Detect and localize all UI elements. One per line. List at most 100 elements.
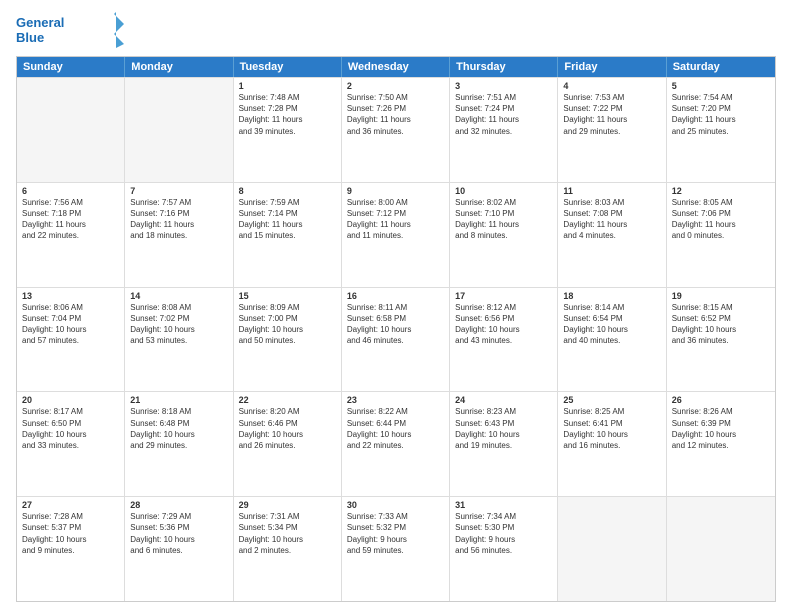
calendar-cell: 6Sunrise: 7:56 AMSunset: 7:18 PMDaylight… [17, 183, 125, 287]
calendar-cell: 21Sunrise: 8:18 AMSunset: 6:48 PMDayligh… [125, 392, 233, 496]
cell-line: Daylight: 10 hours [239, 534, 336, 545]
calendar-cell: 12Sunrise: 8:05 AMSunset: 7:06 PMDayligh… [667, 183, 775, 287]
cell-line: Sunset: 6:52 PM [672, 313, 770, 324]
cell-line: Sunset: 7:12 PM [347, 208, 444, 219]
cell-line: Daylight: 10 hours [130, 429, 227, 440]
cell-line: Sunrise: 7:51 AM [455, 92, 552, 103]
calendar-cell: 1Sunrise: 7:48 AMSunset: 7:28 PMDaylight… [234, 78, 342, 182]
cell-line: Daylight: 10 hours [239, 429, 336, 440]
cell-line: Sunset: 6:41 PM [563, 418, 660, 429]
cell-line: Sunrise: 7:29 AM [130, 511, 227, 522]
calendar-cell: 19Sunrise: 8:15 AMSunset: 6:52 PMDayligh… [667, 288, 775, 392]
cell-line: and 46 minutes. [347, 335, 444, 346]
cell-line: Daylight: 11 hours [455, 219, 552, 230]
cell-line: Daylight: 10 hours [130, 324, 227, 335]
cell-line: and 22 minutes. [22, 230, 119, 241]
cell-line: Sunrise: 8:00 AM [347, 197, 444, 208]
day-number: 5 [672, 81, 770, 91]
calendar-cell [667, 497, 775, 601]
cell-line: Sunrise: 8:05 AM [672, 197, 770, 208]
day-number: 2 [347, 81, 444, 91]
header-day-tuesday: Tuesday [234, 57, 342, 77]
cell-line: Daylight: 11 hours [239, 219, 336, 230]
cell-line: and 19 minutes. [455, 440, 552, 451]
cell-line: and 43 minutes. [455, 335, 552, 346]
day-number: 6 [22, 186, 119, 196]
cell-line: Sunrise: 7:54 AM [672, 92, 770, 103]
cell-line: Sunrise: 7:53 AM [563, 92, 660, 103]
cell-line: and 39 minutes. [239, 126, 336, 137]
cell-line: Daylight: 9 hours [347, 534, 444, 545]
day-number: 28 [130, 500, 227, 510]
cell-line: Sunset: 7:08 PM [563, 208, 660, 219]
cell-line: Sunset: 7:16 PM [130, 208, 227, 219]
cell-line: Sunrise: 8:22 AM [347, 406, 444, 417]
cell-line: Sunrise: 8:12 AM [455, 302, 552, 313]
calendar-cell: 17Sunrise: 8:12 AMSunset: 6:56 PMDayligh… [450, 288, 558, 392]
cell-line: Sunset: 7:10 PM [455, 208, 552, 219]
day-number: 18 [563, 291, 660, 301]
day-number: 16 [347, 291, 444, 301]
day-number: 29 [239, 500, 336, 510]
cell-line: Daylight: 10 hours [455, 324, 552, 335]
day-number: 11 [563, 186, 660, 196]
cell-line: Daylight: 10 hours [347, 324, 444, 335]
cell-line: Sunrise: 7:57 AM [130, 197, 227, 208]
calendar-cell: 14Sunrise: 8:08 AMSunset: 7:02 PMDayligh… [125, 288, 233, 392]
calendar-cell: 15Sunrise: 8:09 AMSunset: 7:00 PMDayligh… [234, 288, 342, 392]
cell-line: and 57 minutes. [22, 335, 119, 346]
cell-line: Daylight: 11 hours [130, 219, 227, 230]
calendar-cell: 10Sunrise: 8:02 AMSunset: 7:10 PMDayligh… [450, 183, 558, 287]
cell-line: Sunset: 6:48 PM [130, 418, 227, 429]
calendar-cell: 5Sunrise: 7:54 AMSunset: 7:20 PMDaylight… [667, 78, 775, 182]
cell-line: Sunrise: 7:56 AM [22, 197, 119, 208]
cell-line: Sunset: 7:28 PM [239, 103, 336, 114]
cell-line: and 0 minutes. [672, 230, 770, 241]
calendar-week-3: 20Sunrise: 8:17 AMSunset: 6:50 PMDayligh… [17, 391, 775, 496]
svg-text:Blue: Blue [16, 30, 44, 45]
cell-line: Daylight: 9 hours [455, 534, 552, 545]
cell-line: Sunrise: 8:14 AM [563, 302, 660, 313]
day-number: 10 [455, 186, 552, 196]
cell-line: and 6 minutes. [130, 545, 227, 556]
cell-line: and 29 minutes. [563, 126, 660, 137]
cell-line: Sunrise: 7:59 AM [239, 197, 336, 208]
calendar-cell: 30Sunrise: 7:33 AMSunset: 5:32 PMDayligh… [342, 497, 450, 601]
cell-line: and 11 minutes. [347, 230, 444, 241]
logo: General Blue [16, 12, 126, 48]
cell-line: Daylight: 10 hours [22, 429, 119, 440]
cell-line: Sunrise: 8:18 AM [130, 406, 227, 417]
calendar-cell: 20Sunrise: 8:17 AMSunset: 6:50 PMDayligh… [17, 392, 125, 496]
calendar-cell: 7Sunrise: 7:57 AMSunset: 7:16 PMDaylight… [125, 183, 233, 287]
cell-line: Daylight: 11 hours [347, 219, 444, 230]
cell-line: Sunset: 7:18 PM [22, 208, 119, 219]
day-number: 8 [239, 186, 336, 196]
cell-line: Sunrise: 8:20 AM [239, 406, 336, 417]
cell-line: Daylight: 11 hours [22, 219, 119, 230]
day-number: 26 [672, 395, 770, 405]
day-number: 22 [239, 395, 336, 405]
calendar-cell: 31Sunrise: 7:34 AMSunset: 5:30 PMDayligh… [450, 497, 558, 601]
cell-line: Sunrise: 8:23 AM [455, 406, 552, 417]
cell-line: Sunset: 7:00 PM [239, 313, 336, 324]
cell-line: Sunset: 7:06 PM [672, 208, 770, 219]
cell-line: Sunset: 6:44 PM [347, 418, 444, 429]
cell-line: Sunset: 7:02 PM [130, 313, 227, 324]
calendar: SundayMondayTuesdayWednesdayThursdayFrid… [16, 56, 776, 602]
header-day-saturday: Saturday [667, 57, 775, 77]
calendar-cell: 24Sunrise: 8:23 AMSunset: 6:43 PMDayligh… [450, 392, 558, 496]
calendar-cell: 9Sunrise: 8:00 AMSunset: 7:12 PMDaylight… [342, 183, 450, 287]
cell-line: Sunset: 6:46 PM [239, 418, 336, 429]
cell-line: Daylight: 10 hours [672, 324, 770, 335]
calendar-week-1: 6Sunrise: 7:56 AMSunset: 7:18 PMDaylight… [17, 182, 775, 287]
header-day-sunday: Sunday [17, 57, 125, 77]
header-day-monday: Monday [125, 57, 233, 77]
cell-line: Sunrise: 8:11 AM [347, 302, 444, 313]
day-number: 1 [239, 81, 336, 91]
calendar-cell: 22Sunrise: 8:20 AMSunset: 6:46 PMDayligh… [234, 392, 342, 496]
calendar-week-2: 13Sunrise: 8:06 AMSunset: 7:04 PMDayligh… [17, 287, 775, 392]
day-number: 14 [130, 291, 227, 301]
cell-line: and 29 minutes. [130, 440, 227, 451]
cell-line: Daylight: 11 hours [563, 114, 660, 125]
calendar-week-4: 27Sunrise: 7:28 AMSunset: 5:37 PMDayligh… [17, 496, 775, 601]
